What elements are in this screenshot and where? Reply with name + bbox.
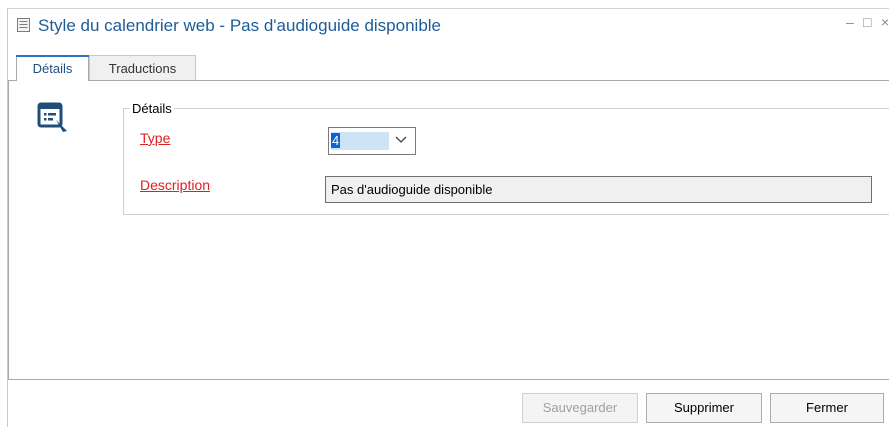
description-label: Description [140, 177, 211, 193]
tab-details[interactable]: Détails [16, 55, 89, 81]
form-list-icon [37, 102, 67, 132]
minimize-button[interactable]: – [846, 14, 854, 30]
maximize-button[interactable]: □ [863, 14, 871, 30]
dialog-window: Style du calendrier web - Pas d'audiogui… [0, 0, 889, 427]
type-select[interactable]: 4 [328, 127, 416, 155]
tab-translations[interactable]: Traductions [89, 55, 196, 81]
save-button[interactable]: Sauvegarder [522, 393, 638, 423]
close-window-button[interactable]: × [881, 14, 889, 30]
chevron-down-icon [395, 136, 407, 143]
details-group-title: Détails [130, 101, 174, 116]
type-label: Type [140, 130, 171, 146]
document-icon [17, 18, 30, 32]
type-select-value: 4 [331, 132, 389, 150]
close-button[interactable]: Fermer [770, 393, 884, 423]
window-title: Style du calendrier web - Pas d'audiogui… [38, 16, 442, 35]
description-field[interactable]: Pas d'audioguide disponible [325, 176, 872, 203]
window-top-border [7, 8, 889, 9]
delete-button[interactable]: Supprimer [646, 393, 762, 423]
